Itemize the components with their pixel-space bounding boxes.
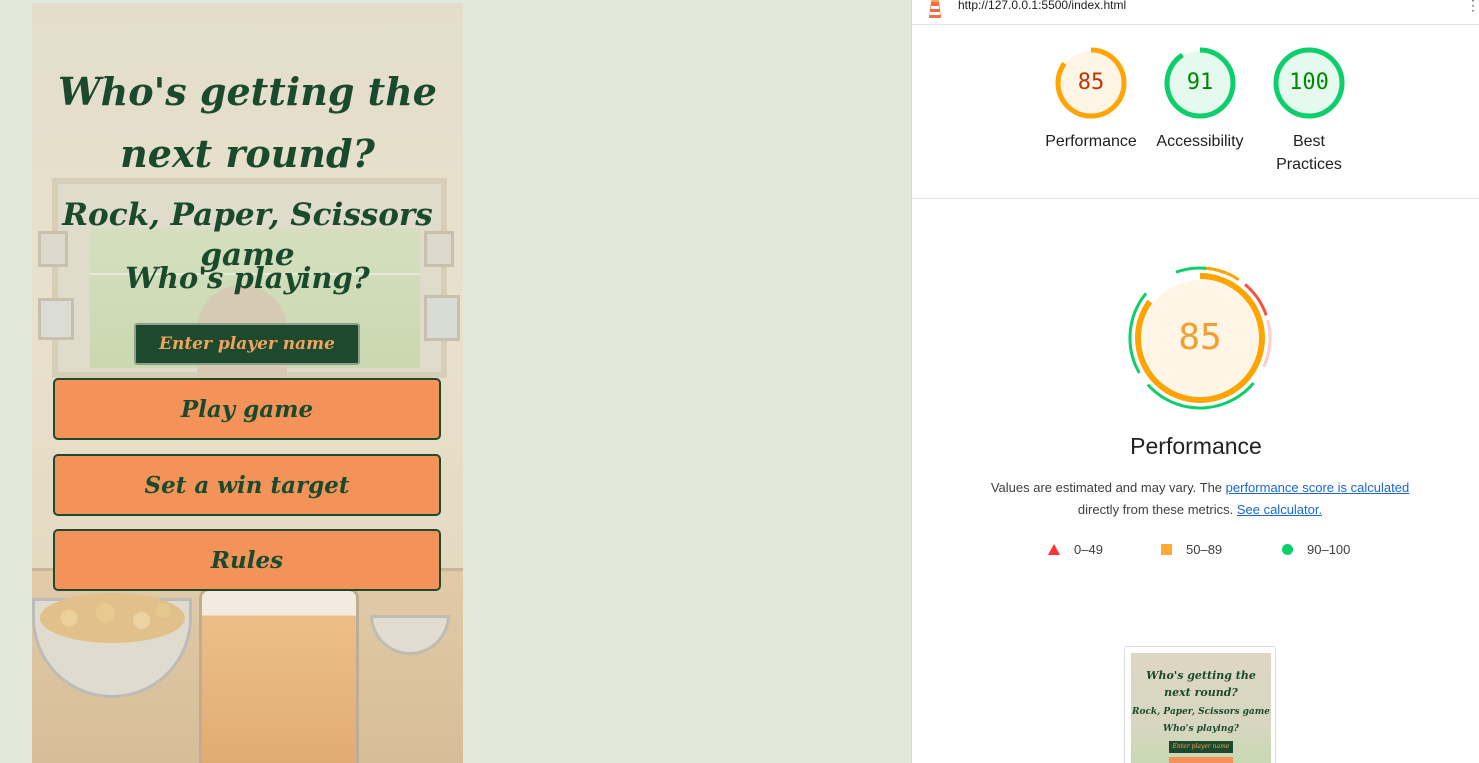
- triangle-icon: [1048, 544, 1060, 555]
- vertical-dots-icon[interactable]: ⋮: [1466, 0, 1479, 14]
- thumbnail-image: Who's getting the next round? Rock, Pape…: [1131, 653, 1271, 763]
- gauge-label: Performance: [1045, 133, 1137, 150]
- thumbnail-input: Enter player name: [1169, 741, 1233, 753]
- performance-main-score: 85: [1178, 317, 1222, 358]
- gauge-label: Accessibility: [1156, 133, 1244, 150]
- gauge-label-line1: Best: [1292, 133, 1325, 150]
- legend-range: 0–49: [1074, 542, 1103, 557]
- page-title-line1: Who's getting the: [58, 69, 437, 114]
- thumbnail-subtitle: Rock, Paper, Scissors game: [1131, 707, 1271, 717]
- gauge-performance[interactable]: 85 Performance: [1036, 46, 1146, 153]
- gauge-score: 100: [1289, 70, 1329, 95]
- page-screenshot-thumbnail[interactable]: Who's getting the next round? Rock, Pape…: [1124, 646, 1276, 763]
- rules-button[interactable]: Rules: [53, 529, 441, 591]
- report-url-bar: http://127.0.0.1:5500/index.html ⋮: [912, 0, 1479, 25]
- thumbnail-button: [1169, 757, 1233, 763]
- legend-pass: 90–100: [1282, 542, 1350, 557]
- thumbnail-title: Who's getting the next round?: [1146, 669, 1256, 699]
- performance-heading: Performance: [1130, 433, 1262, 459]
- desc-text: Values are estimated and may vary. The: [990, 480, 1226, 495]
- gauge-score: 85: [1077, 70, 1105, 95]
- player-name-input[interactable]: [134, 323, 360, 365]
- see-calculator-link[interactable]: See calculator.: [1237, 502, 1322, 517]
- set-win-target-button[interactable]: Set a win target: [53, 454, 441, 516]
- section-divider: [912, 198, 1479, 199]
- legend-range: 90–100: [1307, 542, 1351, 557]
- desc-text: directly from these metrics.: [1077, 502, 1237, 517]
- thumbnail-prompt: Who's playing?: [1163, 724, 1239, 734]
- square-icon: [1161, 544, 1172, 555]
- game-preview: Who's getting the next round? Rock, Pape…: [32, 3, 463, 763]
- gauge-ring: 91: [1163, 46, 1237, 120]
- score-calculated-link[interactable]: performance score is calculated: [1226, 480, 1410, 495]
- lighthouse-icon: [929, 0, 941, 18]
- gauge-score: 91: [1186, 70, 1214, 95]
- legend-average: 50–89: [1161, 542, 1222, 557]
- gauge-ring: 85: [1054, 46, 1128, 120]
- page-title: Who's getting the next round?: [32, 61, 463, 185]
- gauge-ring: 100: [1272, 46, 1346, 120]
- page-title-line2: next round?: [120, 131, 375, 176]
- gauge-label-line2: Practices: [1276, 156, 1342, 173]
- legend-fail: 0–49: [1048, 542, 1103, 557]
- play-game-button[interactable]: Play game: [53, 378, 441, 440]
- gauge-best-practices[interactable]: 100 Best Practices: [1254, 46, 1364, 176]
- lighthouse-report: http://127.0.0.1:5500/index.html ⋮ 85 Pe…: [911, 0, 1479, 763]
- report-url[interactable]: http://127.0.0.1:5500/index.html: [958, 0, 1126, 12]
- legend-range: 50–89: [1186, 542, 1223, 557]
- gauge-label: Best Practices: [1254, 130, 1364, 176]
- gauge-accessibility[interactable]: 91 Accessibility: [1145, 46, 1255, 153]
- circle-icon: [1282, 544, 1293, 555]
- player-prompt: Who's playing?: [125, 261, 370, 295]
- performance-description: Values are estimated and may vary. The p…: [972, 477, 1428, 521]
